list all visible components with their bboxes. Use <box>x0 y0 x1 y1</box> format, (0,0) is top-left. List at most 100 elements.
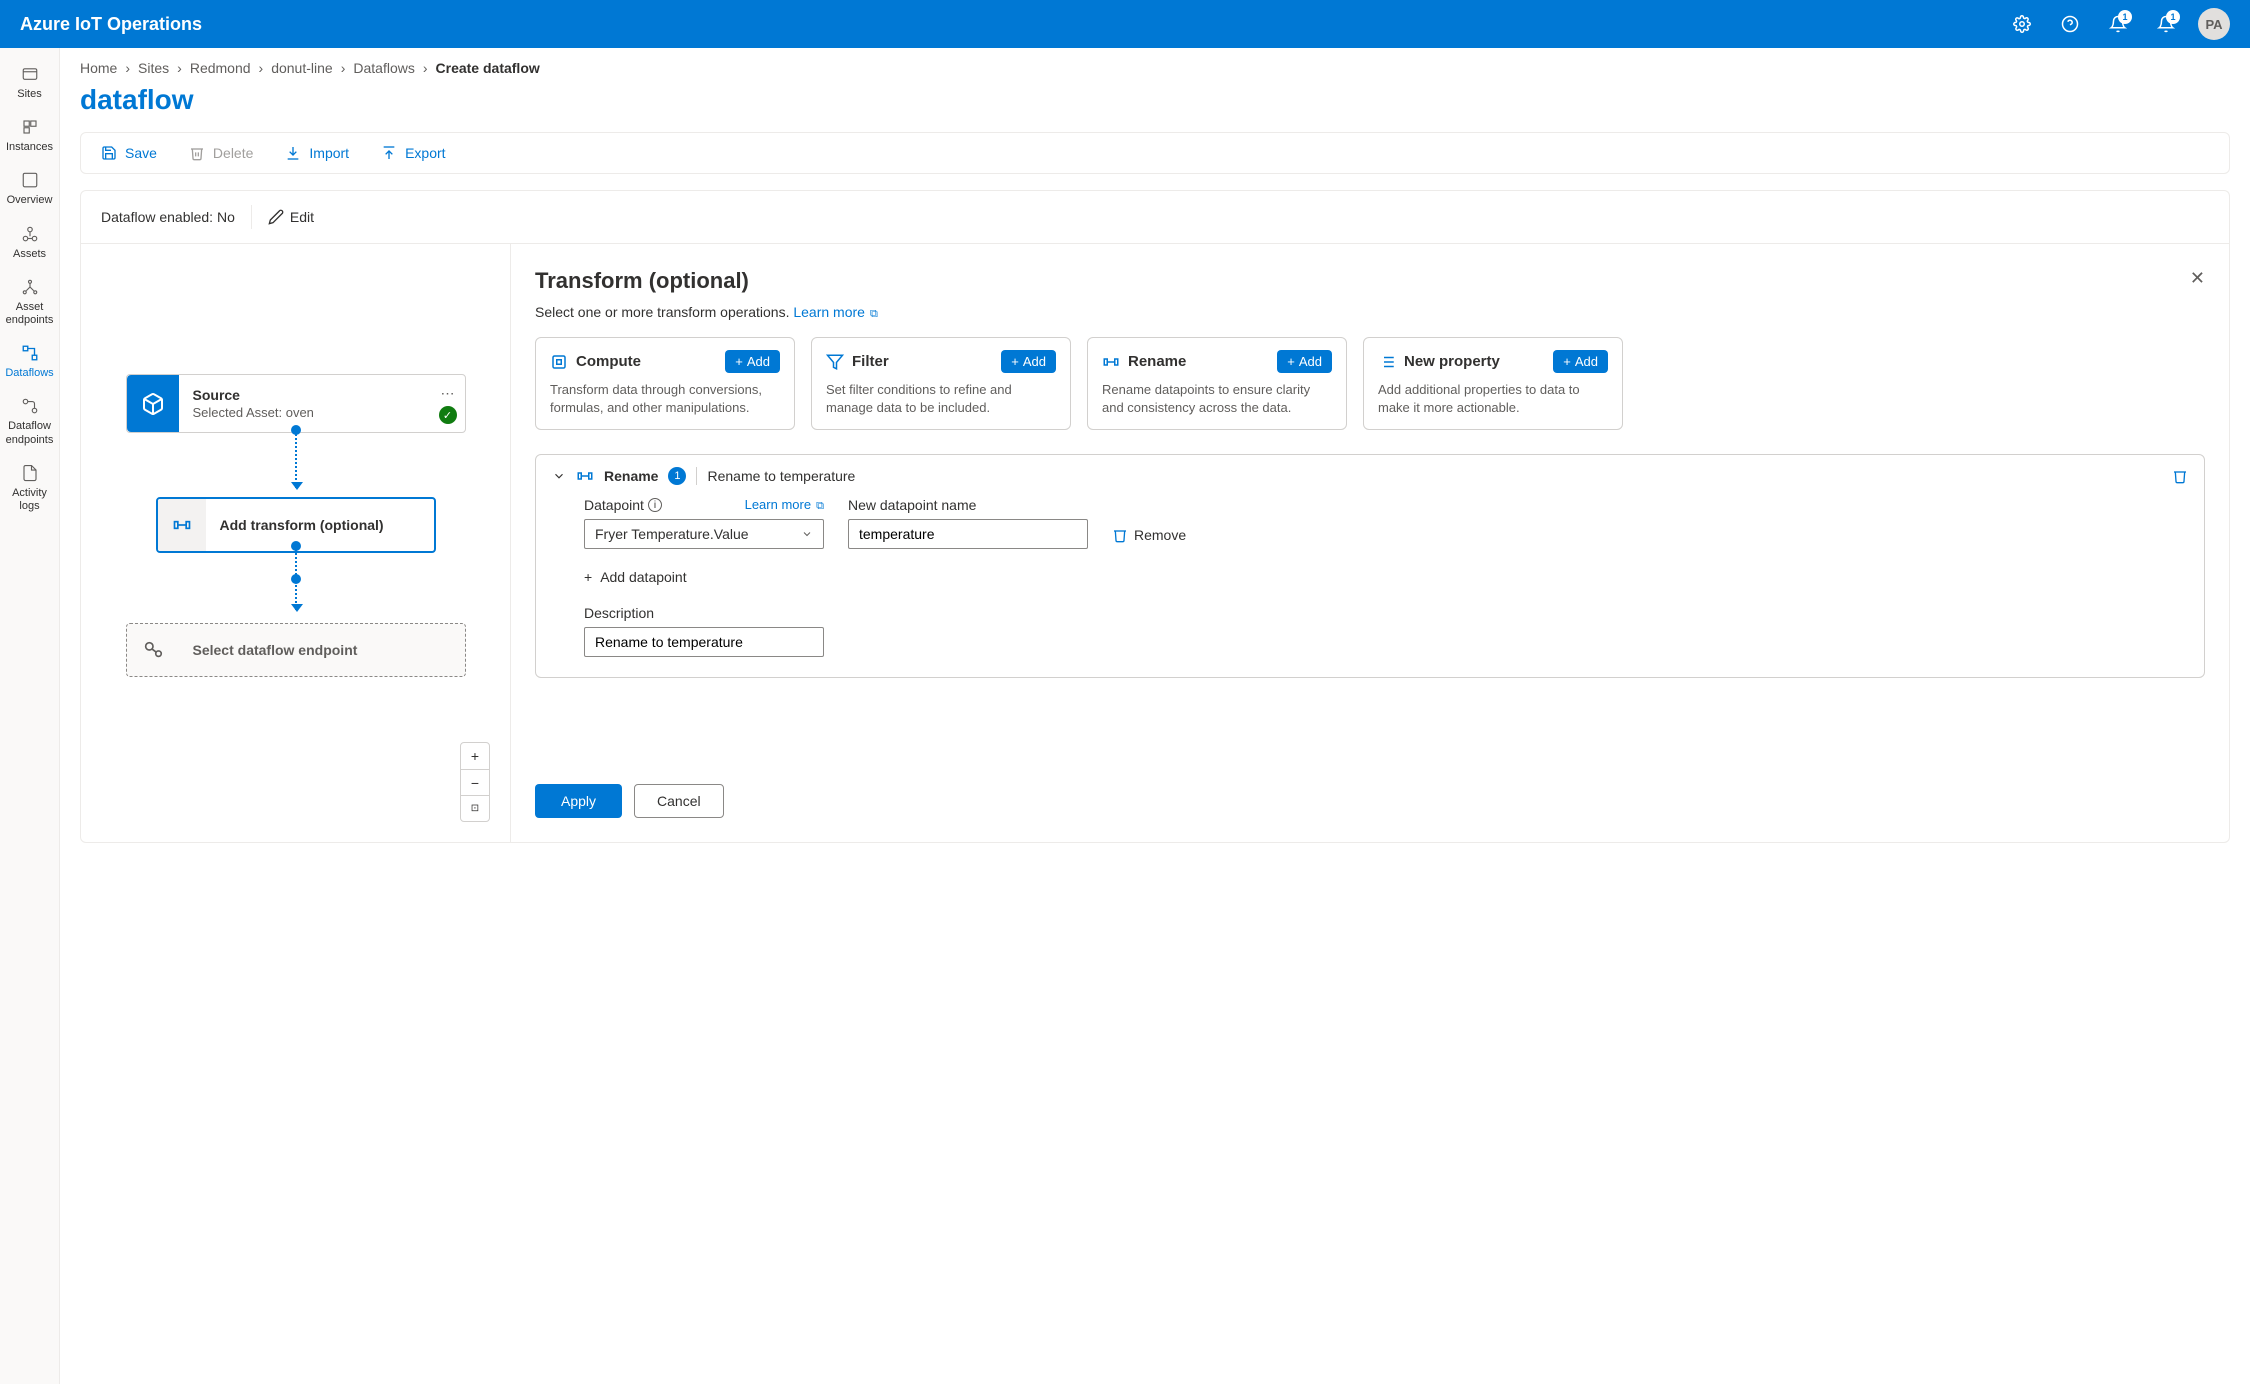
compute-card: Compute + Add Transform data through con… <box>535 337 795 430</box>
node-menu-icon[interactable]: ⋯ <box>441 385 455 402</box>
sites-icon <box>20 64 40 84</box>
zoom-fit-button[interactable]: ⊡ <box>461 795 489 821</box>
endpoint-icon <box>127 624 179 676</box>
sidebar-item-activity-logs[interactable]: Activity logs <box>0 455 59 521</box>
breadcrumb-sites[interactable]: Sites <box>138 60 169 76</box>
breadcrumb-home[interactable]: Home <box>80 60 117 76</box>
rename-summary: Rename to temperature <box>707 468 855 484</box>
notification-bell-icon[interactable]: 1 <box>2102 8 2134 40</box>
sidebar-item-assets[interactable]: Assets <box>0 216 59 269</box>
info-icon[interactable]: i <box>648 498 662 512</box>
trash-icon <box>1112 527 1128 543</box>
notification-badge: 1 <box>2118 10 2132 24</box>
learn-more-datapoint-link[interactable]: Learn more ⧉ <box>745 497 824 513</box>
sidebar-label: Activity logs <box>4 487 55 513</box>
save-icon <box>101 145 117 161</box>
header-actions: 1 1 PA <box>2006 8 2230 40</box>
toolbar: Save Delete Import Export <box>80 132 2230 174</box>
help-icon[interactable] <box>2054 8 2086 40</box>
breadcrumb-current: Create dataflow <box>436 60 540 76</box>
compute-icon <box>550 353 568 371</box>
chevron-down-icon <box>801 528 813 540</box>
sidebar-item-asset-endpoints[interactable]: Asset endpoints <box>0 269 59 335</box>
sidebar-item-instances[interactable]: Instances <box>0 109 59 162</box>
chevron-down-icon[interactable] <box>552 469 566 483</box>
zoom-out-button[interactable]: − <box>461 769 489 795</box>
sidebar-item-dataflow-endpoints[interactable]: Dataflow endpoints <box>0 388 59 454</box>
app-header: Azure IoT Operations 1 1 PA <box>0 0 2250 48</box>
cube-icon <box>127 375 179 432</box>
description-label: Description <box>584 605 2188 621</box>
delete-button: Delete <box>189 145 253 161</box>
add-new-property-button[interactable]: + Add <box>1553 350 1608 373</box>
new-name-label: New datapoint name <box>848 497 1088 513</box>
instances-icon <box>20 117 40 137</box>
new-name-input[interactable] <box>848 519 1088 549</box>
import-icon <box>285 145 301 161</box>
save-button[interactable]: Save <box>101 145 157 161</box>
select-endpoint-node[interactable]: Select dataflow endpoint <box>126 623 466 677</box>
status-bar: Dataflow enabled: No Edit <box>80 190 2230 243</box>
rename-section-header: Rename 1 Rename to temperature <box>536 455 2204 497</box>
add-compute-button[interactable]: + Add <box>725 350 780 373</box>
close-icon[interactable]: ✕ <box>2190 268 2205 289</box>
operation-cards: Compute + Add Transform data through con… <box>535 337 2205 430</box>
new-property-card: New property + Add Add additional proper… <box>1363 337 1623 430</box>
export-icon <box>381 145 397 161</box>
sidebar-label: Instances <box>6 141 53 154</box>
dataflow-enabled-status: Dataflow enabled: No <box>101 209 235 225</box>
add-datapoint-button[interactable]: + Add datapoint <box>584 565 2188 589</box>
page-title: dataflow <box>80 84 2230 116</box>
overview-icon <box>20 170 40 190</box>
breadcrumb-redmond[interactable]: Redmond <box>190 60 251 76</box>
source-title: Source <box>193 387 451 403</box>
add-rename-button[interactable]: + Add <box>1277 350 1332 373</box>
settings-icon[interactable] <box>2006 8 2038 40</box>
external-link-icon: ⧉ <box>813 500 824 512</box>
add-filter-button[interactable]: + Add <box>1001 350 1056 373</box>
import-button[interactable]: Import <box>285 145 349 161</box>
sidebar-item-dataflows[interactable]: Dataflows <box>0 335 59 388</box>
delete-rename-icon[interactable] <box>2172 468 2188 484</box>
sidebar-label: Overview <box>7 194 53 207</box>
rename-section: Rename 1 Rename to temperature Datapoint… <box>535 454 2205 678</box>
datapoint-select[interactable]: Fryer Temperature.Value <box>584 519 824 549</box>
sidebar-label: Dataflow endpoints <box>4 420 55 446</box>
sidebar-item-sites[interactable]: Sites <box>0 56 59 109</box>
learn-more-link[interactable]: Learn more ⧉ <box>793 304 878 320</box>
external-link-icon: ⧉ <box>867 308 878 320</box>
breadcrumb-dataflows[interactable]: Dataflows <box>353 60 414 76</box>
rename-card: Rename + Add Rename datapoints to ensure… <box>1087 337 1347 430</box>
plus-icon: + <box>584 569 592 585</box>
check-icon: ✓ <box>439 406 457 424</box>
details-subtitle: Select one or more transform operations.… <box>535 304 878 321</box>
description-input[interactable] <box>584 627 824 657</box>
sidebar-item-overview[interactable]: Overview <box>0 162 59 215</box>
source-subtitle: Selected Asset: oven <box>193 405 451 420</box>
breadcrumb-donut-line[interactable]: donut-line <box>271 60 333 76</box>
delete-icon <box>189 145 205 161</box>
user-avatar[interactable]: PA <box>2198 8 2230 40</box>
rename-section-icon <box>576 467 594 485</box>
breadcrumb: Home › Sites › Redmond › donut-line › Da… <box>80 60 2230 76</box>
rename-count-badge: 1 <box>668 467 686 485</box>
details-panel: Transform (optional) Select one or more … <box>511 244 2229 842</box>
dataflows-icon <box>20 343 40 363</box>
sidebar-label: Sites <box>17 88 41 101</box>
main-content: Home › Sites › Redmond › donut-line › Da… <box>60 48 2250 1384</box>
details-title: Transform (optional) <box>535 268 878 294</box>
sidebar: Sites Instances Overview Assets Asset en… <box>0 48 60 1384</box>
datapoint-label: Datapoint i <box>584 497 662 513</box>
remove-button[interactable]: Remove <box>1112 527 1186 543</box>
export-button[interactable]: Export <box>381 145 445 161</box>
cancel-button[interactable]: Cancel <box>634 784 724 818</box>
zoom-in-button[interactable]: + <box>461 743 489 769</box>
alert-bell-icon[interactable]: 1 <box>2150 8 2182 40</box>
activity-logs-icon <box>20 463 40 483</box>
asset-endpoints-icon <box>20 277 40 297</box>
sidebar-label: Assets <box>13 248 46 261</box>
zoom-controls: + − ⊡ <box>460 742 490 822</box>
edit-button[interactable]: Edit <box>268 209 314 225</box>
dataflow-endpoints-icon <box>20 396 40 416</box>
apply-button[interactable]: Apply <box>535 784 622 818</box>
